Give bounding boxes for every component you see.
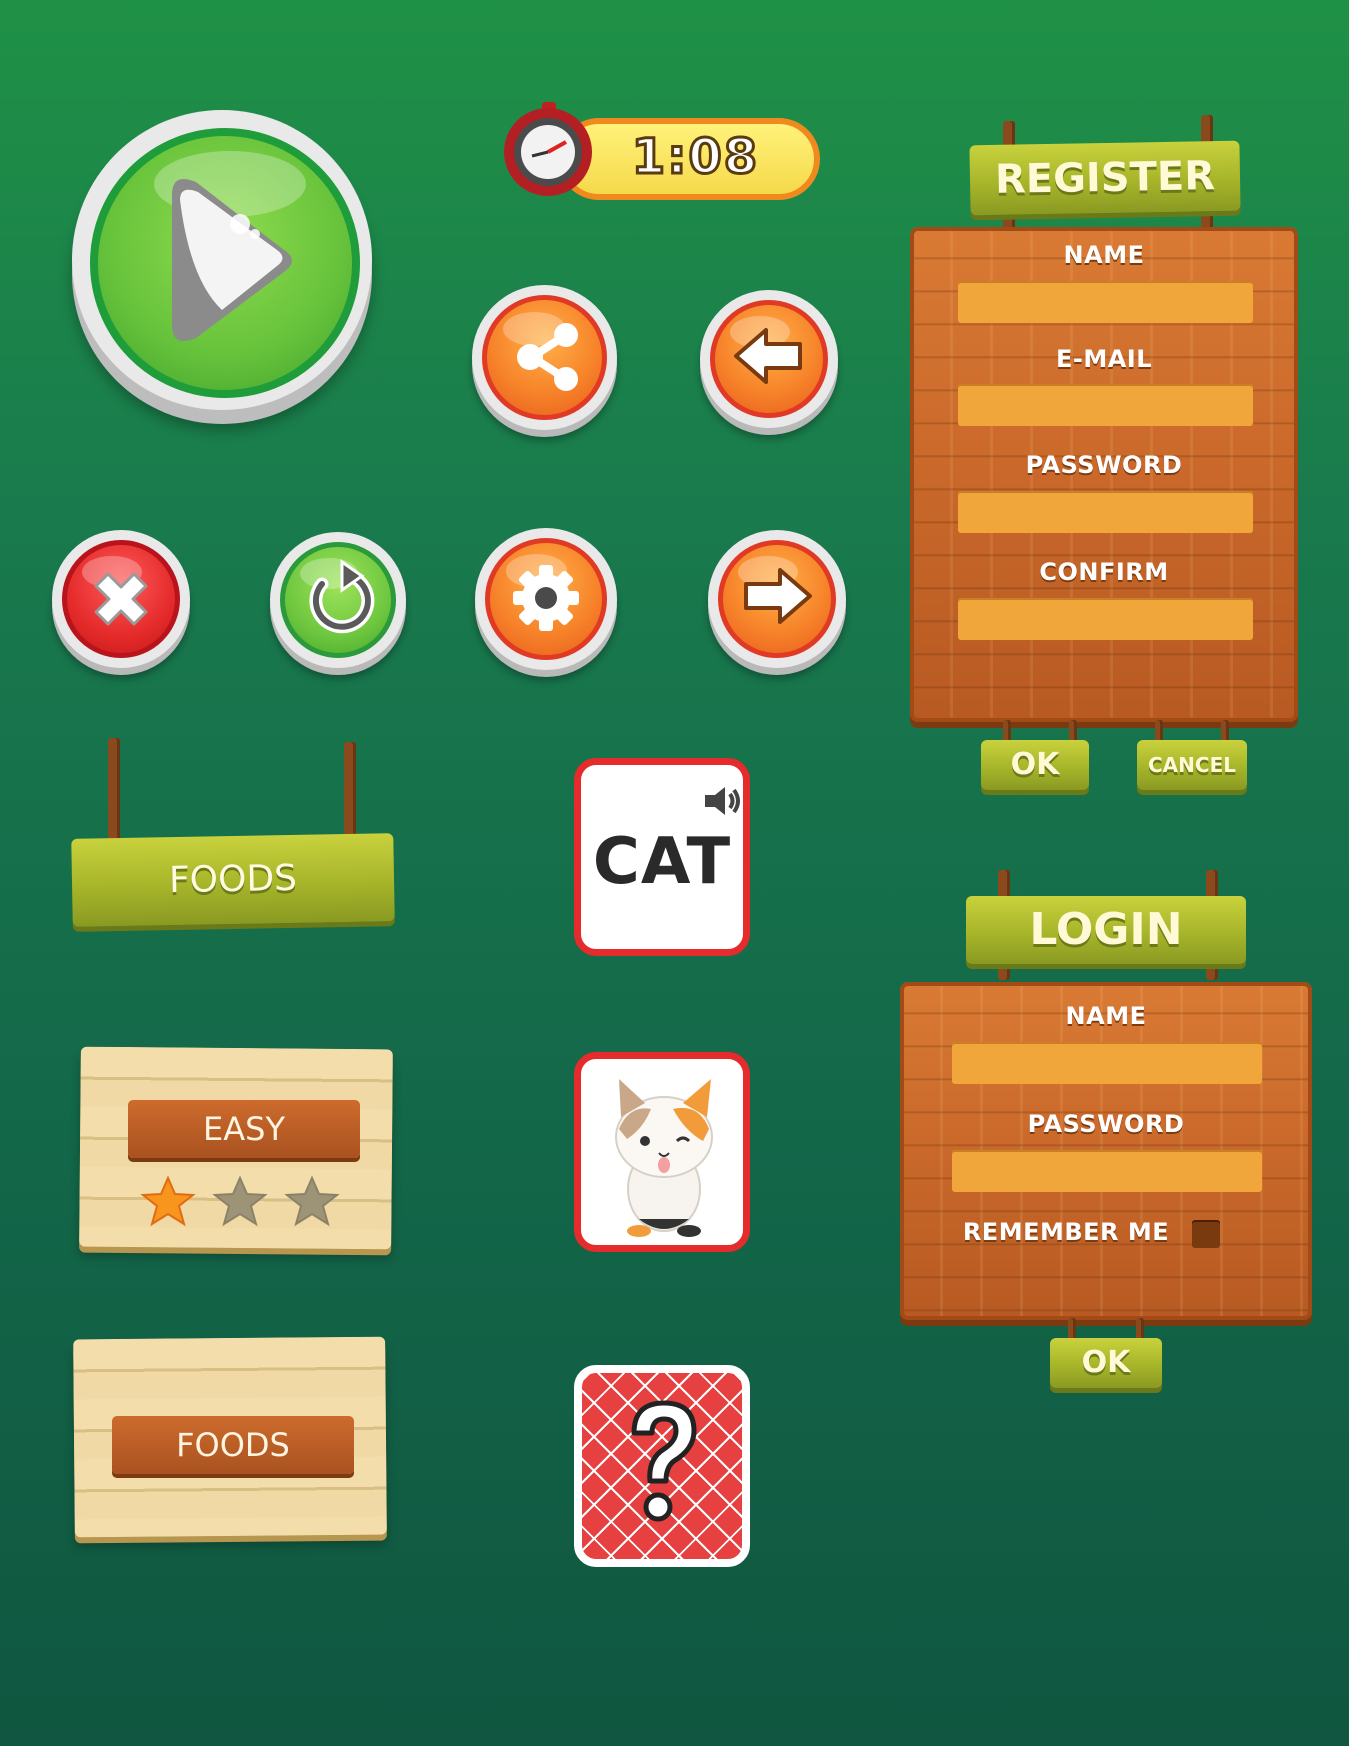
register-password-field[interactable] — [958, 491, 1253, 533]
register-name-field[interactable] — [958, 281, 1253, 323]
play-button[interactable] — [72, 110, 372, 410]
arrow-left-icon — [734, 328, 802, 384]
login-name-field[interactable] — [952, 1042, 1262, 1084]
image-card[interactable] — [574, 1052, 750, 1252]
login-password-field[interactable] — [952, 1150, 1262, 1192]
stopwatch-icon — [504, 102, 592, 196]
star-icon-2 — [212, 1175, 268, 1227]
remember-me-checkbox[interactable] — [1192, 1220, 1220, 1248]
star-icon-3 — [284, 1175, 340, 1227]
foods-hanging-sign-label: FOODS — [168, 857, 298, 902]
next-button[interactable] — [708, 530, 846, 668]
register-cancel-button[interactable]: CANCEL — [1137, 740, 1247, 790]
category-card[interactable]: FOODS — [73, 1336, 387, 1543]
hidden-card[interactable] — [574, 1365, 750, 1567]
login-ok-button[interactable]: OK — [1050, 1338, 1162, 1388]
restart-button[interactable] — [270, 532, 406, 668]
settings-button[interactable] — [475, 528, 617, 670]
question-mark-icon — [631, 1400, 697, 1522]
back-button[interactable] — [700, 290, 838, 428]
register-ok-button[interactable]: OK — [981, 740, 1089, 790]
star-icon-1 — [140, 1175, 196, 1227]
restart-icon — [309, 559, 375, 634]
word-card-text: CAT — [592, 825, 732, 899]
share-icon — [517, 323, 578, 391]
word-card[interactable]: CAT — [574, 758, 750, 956]
play-icon — [172, 178, 292, 342]
level-card[interactable]: EASY — [79, 1046, 393, 1253]
register-panel: REGISTER NAME E-MAIL PASSWORD CONFIRM OK… — [905, 115, 1305, 805]
register-confirm-label: CONFIRM — [1039, 558, 1169, 586]
close-button[interactable] — [52, 530, 190, 668]
gear-icon — [513, 565, 579, 631]
login-name-label: NAME — [1065, 1002, 1147, 1030]
register-name-label: NAME — [1063, 241, 1145, 269]
timer: 1:08 — [498, 100, 823, 205]
register-confirm-field[interactable] — [958, 598, 1253, 640]
register-email-label: E-MAIL — [1055, 345, 1153, 373]
remember-me-label: REMEMBER ME — [962, 1218, 1170, 1246]
cat-icon — [615, 1079, 713, 1237]
timer-value: 1:08 — [630, 128, 760, 187]
login-panel: LOGIN NAME PASSWORD REMEMBER ME OK — [898, 870, 1318, 1390]
share-button[interactable] — [472, 285, 617, 430]
arrow-right-icon — [744, 568, 812, 624]
close-icon — [94, 572, 148, 626]
login-password-label: PASSWORD — [1027, 1110, 1185, 1138]
login-title: LOGIN — [1029, 904, 1183, 955]
level-card-label: EASY — [203, 1110, 285, 1148]
register-title: REGISTER — [994, 153, 1216, 203]
category-card-label: FOODS — [176, 1426, 290, 1464]
foods-hanging-sign[interactable]: FOODS — [68, 738, 398, 933]
speaker-icon — [705, 787, 740, 815]
register-email-field[interactable] — [958, 384, 1253, 426]
register-password-label: PASSWORD — [1025, 451, 1183, 479]
star-rating — [140, 1175, 340, 1227]
